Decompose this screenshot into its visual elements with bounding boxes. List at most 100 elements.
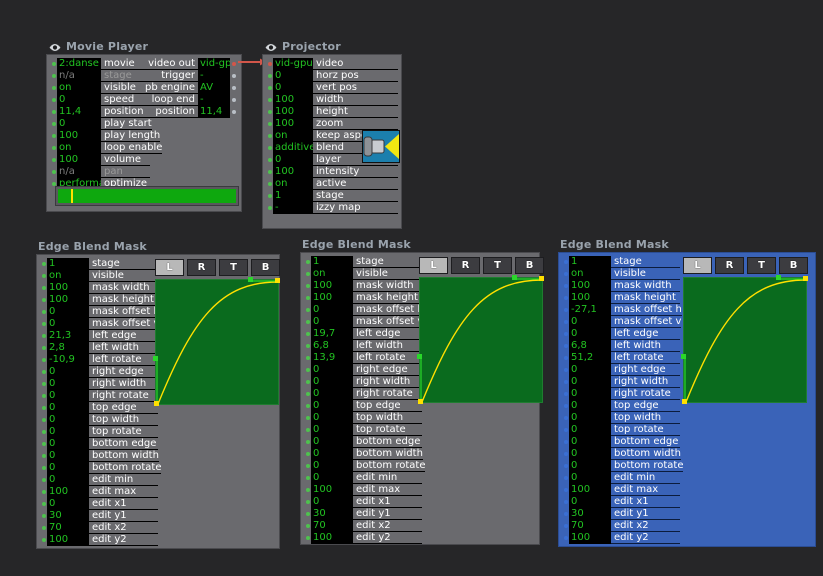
param-row[interactable]: 0 top rotate <box>304 424 422 436</box>
param-value[interactable]: 0 <box>311 400 353 412</box>
param-row[interactable]: 70 edit x2 <box>40 522 158 534</box>
param-row[interactable]: 100 edit y2 <box>562 532 680 544</box>
param-value[interactable]: 0 <box>47 390 89 402</box>
param-row[interactable]: 0 top width <box>40 414 158 426</box>
param-value[interactable]: on <box>47 270 89 282</box>
param-connector-dot[interactable] <box>562 376 569 388</box>
param-connector-dot[interactable] <box>40 318 47 330</box>
edge-curve-graph-1[interactable] <box>153 277 280 406</box>
param-row[interactable]: 0 top edge <box>40 402 158 414</box>
param-value[interactable]: -10,9 <box>47 354 89 366</box>
param-row[interactable]: on active <box>266 178 398 190</box>
param-row[interactable]: -27,1 mask offset h <box>562 304 682 316</box>
param-row[interactable]: 0 mask offset v <box>40 318 160 330</box>
param-value[interactable]: on <box>57 82 101 94</box>
param-value[interactable]: 6,8 <box>569 340 611 352</box>
param-row[interactable]: loop end - <box>146 94 238 106</box>
param-connector-dot[interactable] <box>304 520 311 532</box>
param-row[interactable]: on visible <box>50 82 150 94</box>
param-row[interactable]: 0 right edge <box>562 364 680 376</box>
param-row[interactable]: 0 mask offset h <box>304 304 424 316</box>
param-value[interactable]: 0 <box>311 412 353 424</box>
param-value[interactable]: 0 <box>47 306 89 318</box>
param-value[interactable]: 0 <box>47 438 89 450</box>
param-connector-dot[interactable] <box>230 58 238 70</box>
param-row[interactable]: 0 mask offset h <box>40 306 160 318</box>
param-connector-dot[interactable] <box>562 304 569 316</box>
projector-title-bar[interactable]: Projector <box>262 40 402 54</box>
param-value[interactable]: 0 <box>569 496 611 508</box>
param-connector-dot[interactable] <box>562 520 569 532</box>
param-connector-dot[interactable] <box>562 328 569 340</box>
param-row[interactable]: 11,4 position <box>50 106 150 118</box>
param-connector-dot[interactable] <box>562 268 569 280</box>
edge-tab-b[interactable]: B <box>251 259 280 276</box>
param-row[interactable]: 19,7 left edge <box>304 328 422 340</box>
param-connector-dot[interactable] <box>304 412 311 424</box>
param-row[interactable]: 0 bottom width <box>40 450 159 462</box>
param-value[interactable]: 100 <box>47 282 89 294</box>
param-row[interactable]: 0 speed <box>50 94 150 106</box>
param-value[interactable]: on <box>273 178 313 190</box>
curve-handle-end[interactable] <box>539 276 544 281</box>
param-value[interactable]: AV <box>198 82 230 94</box>
param-value[interactable]: 100 <box>273 106 313 118</box>
param-row[interactable]: 70 edit x2 <box>562 520 680 532</box>
param-row[interactable]: 0 bottom width <box>562 448 681 460</box>
param-value[interactable]: 0 <box>569 460 611 472</box>
param-row[interactable]: 0 right width <box>562 376 680 388</box>
param-connector-dot[interactable] <box>40 306 47 318</box>
param-value[interactable]: 0 <box>311 316 353 328</box>
param-row[interactable]: 100 mask height <box>562 292 680 304</box>
param-connector-dot[interactable] <box>304 304 311 316</box>
curve-handle-end[interactable] <box>803 276 808 281</box>
param-connector-dot[interactable] <box>304 532 311 544</box>
param-value[interactable]: 0 <box>47 414 89 426</box>
edge-tabs-1[interactable]: LRTB <box>155 259 280 276</box>
param-connector-dot[interactable] <box>40 390 47 402</box>
param-row[interactable]: - izzy map <box>266 202 398 214</box>
param-connector-dot[interactable] <box>40 342 47 354</box>
param-connector-dot[interactable] <box>40 486 47 498</box>
param-value[interactable]: 0 <box>569 388 611 400</box>
param-value[interactable]: 0 <box>57 118 101 130</box>
param-value[interactable]: 100 <box>273 118 313 130</box>
param-connector-dot[interactable] <box>230 70 238 82</box>
param-value[interactable]: 0 <box>47 450 89 462</box>
param-connector-dot[interactable] <box>562 496 569 508</box>
curve-handle-end[interactable] <box>275 278 280 283</box>
param-connector-dot[interactable] <box>40 438 47 450</box>
param-value[interactable]: 1 <box>311 256 353 268</box>
param-value[interactable]: 100 <box>311 484 353 496</box>
param-row[interactable]: on loop enable <box>50 142 163 154</box>
param-connector-dot[interactable] <box>40 378 47 390</box>
param-value[interactable]: additive <box>273 142 313 154</box>
param-row[interactable]: 0 edit x1 <box>562 496 680 508</box>
param-connector-dot[interactable] <box>304 280 311 292</box>
param-row[interactable]: 30 edit y1 <box>562 508 680 520</box>
param-row[interactable]: 13,9 left rotate <box>304 352 422 364</box>
param-value[interactable]: vid-gpu <box>198 58 230 70</box>
param-connector-dot[interactable] <box>40 414 47 426</box>
curve-control-top[interactable] <box>248 277 253 282</box>
edge-curve-graph-2[interactable] <box>417 275 544 404</box>
param-value[interactable]: 0 <box>273 82 313 94</box>
param-row[interactable]: 100 intensity <box>266 166 398 178</box>
param-value[interactable]: n/a <box>57 166 101 178</box>
param-row[interactable]: 100 edit max <box>562 484 680 496</box>
param-row[interactable]: 0 mask offset v <box>562 316 682 328</box>
param-value[interactable]: 0 <box>47 402 89 414</box>
param-value[interactable]: 0 <box>569 448 611 460</box>
param-row[interactable]: 100 edit y2 <box>40 534 158 546</box>
param-row[interactable]: 0 bottom rotate <box>40 462 162 474</box>
param-connector-dot[interactable] <box>50 154 57 166</box>
param-row[interactable]: 70 edit x2 <box>304 520 422 532</box>
eye-icon[interactable] <box>264 42 278 52</box>
edge-tabs-2[interactable]: LRTB <box>419 257 544 274</box>
param-connector-dot[interactable] <box>562 292 569 304</box>
param-row[interactable]: 2,8 left width <box>40 342 158 354</box>
param-value[interactable]: 100 <box>311 532 353 544</box>
param-connector-dot[interactable] <box>50 166 57 178</box>
param-value[interactable]: 100 <box>569 484 611 496</box>
param-connector-dot[interactable] <box>304 340 311 352</box>
